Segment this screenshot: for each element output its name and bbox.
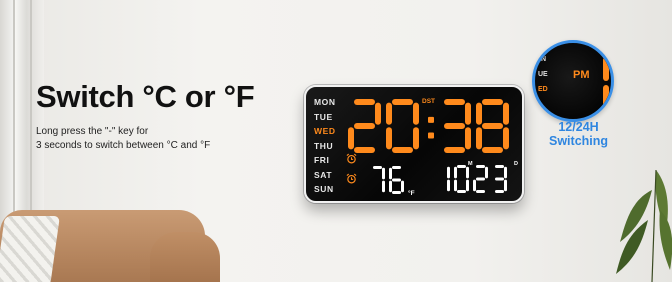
temperature-display xyxy=(373,166,404,194)
led-segment xyxy=(457,165,466,168)
led-colon-dot xyxy=(428,132,434,139)
led-segment xyxy=(465,102,471,125)
led-segment xyxy=(495,190,504,193)
product-banner: Switch °C or °F Long press the "-" key f… xyxy=(0,0,672,282)
led-segment xyxy=(482,147,503,153)
pm-indicator: PM xyxy=(573,69,590,81)
led-segment xyxy=(495,177,504,181)
zoom-day-fragment: UE xyxy=(538,71,548,78)
day-tag: D xyxy=(514,161,518,167)
led-segment xyxy=(354,99,375,105)
led-segment xyxy=(476,127,482,150)
led-segment xyxy=(354,147,375,153)
description: Long press the "-" key for 3 seconds to … xyxy=(36,125,210,153)
led-segment xyxy=(504,166,507,179)
description-line-2: 3 seconds to switch between °C and °F xyxy=(36,140,211,151)
led-segment xyxy=(382,180,385,193)
led-segment xyxy=(386,102,392,125)
led-segment xyxy=(447,166,450,179)
led-segment xyxy=(392,191,401,194)
zoom-day-fragment: N xyxy=(541,56,547,63)
caption-line-1: 12/24H xyxy=(558,120,599,134)
headline: Switch °C or °F xyxy=(36,79,255,114)
led-segment xyxy=(495,165,504,168)
led-segment xyxy=(348,127,354,150)
sofa-arm xyxy=(150,232,220,282)
cushion xyxy=(0,216,60,282)
led-digit-layer xyxy=(348,99,509,194)
led-segment xyxy=(382,167,385,180)
led-segment xyxy=(375,102,381,125)
led-segment xyxy=(454,179,457,192)
zoom-day-fragment: ED xyxy=(538,86,548,93)
led-segment xyxy=(444,99,465,105)
zoom-detail-circle: N UE ED PM xyxy=(532,40,614,122)
led-segment xyxy=(476,102,482,125)
month-tag: M xyxy=(468,161,473,167)
led-segment xyxy=(466,179,469,192)
zoom-led-digit xyxy=(603,57,609,109)
time-display xyxy=(348,99,509,153)
led-segment xyxy=(389,167,392,180)
led-segment xyxy=(413,102,419,125)
led-segment xyxy=(444,147,465,153)
led-segment xyxy=(454,166,457,179)
temperature-unit: °F xyxy=(408,190,415,197)
led-segment xyxy=(447,179,450,192)
led-wall-clock: MON TUE WED THU FRI SAT SUN DST °F M D xyxy=(304,85,524,203)
zoom-caption: 12/24H Switching xyxy=(549,120,608,148)
led-segment xyxy=(392,147,413,153)
led-colon-dot xyxy=(428,116,434,123)
led-segment xyxy=(392,178,401,182)
led-segment xyxy=(392,166,401,169)
plant-leaves xyxy=(616,169,672,282)
led-segment xyxy=(465,127,471,150)
caption-line-2: Switching xyxy=(549,134,609,148)
led-segment xyxy=(413,127,419,150)
date-display xyxy=(447,165,507,193)
led-segment xyxy=(503,127,509,150)
led-segment xyxy=(482,99,503,105)
led-segment xyxy=(476,165,485,168)
led-segment xyxy=(476,190,485,193)
led-segment xyxy=(354,123,375,129)
led-segment xyxy=(473,179,476,192)
led-segment xyxy=(476,177,485,181)
led-segment xyxy=(457,190,466,193)
led-segment xyxy=(386,127,392,150)
led-segment xyxy=(373,166,382,169)
led-segment xyxy=(466,166,469,179)
led-segment xyxy=(389,180,392,193)
led-segment xyxy=(392,99,413,105)
description-line-1: Long press the "-" key for xyxy=(36,126,149,137)
led-segment xyxy=(401,180,404,193)
led-segment xyxy=(503,102,509,125)
led-segment xyxy=(444,123,465,129)
led-segment xyxy=(504,179,507,192)
led-segment xyxy=(482,123,503,129)
led-segment xyxy=(485,166,488,179)
